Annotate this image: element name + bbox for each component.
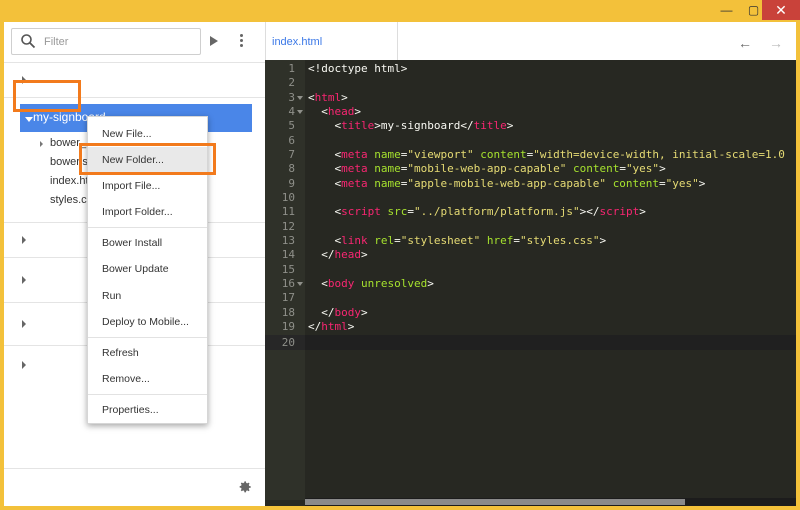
menu-item-refresh[interactable]: Refresh bbox=[88, 340, 207, 366]
fold-arrow-icon[interactable] bbox=[297, 96, 303, 100]
line-number: 18 bbox=[281, 306, 295, 319]
chevron-right-icon bbox=[22, 236, 26, 244]
line-number: 19 bbox=[281, 320, 295, 333]
forward-arrow-icon[interactable]: → bbox=[769, 35, 783, 51]
back-arrow-icon[interactable]: ← bbox=[738, 35, 752, 51]
chevron-right-icon bbox=[22, 361, 26, 369]
line-number: 4 bbox=[288, 105, 295, 118]
fold-arrow-icon[interactable] bbox=[297, 110, 303, 114]
chevron-right-icon bbox=[22, 276, 26, 284]
code-line: </html> bbox=[308, 320, 355, 333]
line-number: 16 bbox=[281, 277, 295, 290]
menu-item-run[interactable]: Run bbox=[88, 283, 207, 309]
scrollbar-thumb[interactable] bbox=[305, 499, 685, 505]
menu-item-bower-install[interactable]: Bower Install bbox=[88, 230, 207, 256]
horizontal-scrollbar[interactable] bbox=[305, 498, 796, 506]
line-number: 6 bbox=[288, 134, 295, 147]
menu-item-import-folder[interactable]: Import Folder... bbox=[88, 199, 207, 225]
code-line: <meta name="viewport" content="width=dev… bbox=[308, 148, 785, 161]
sidebar-footer bbox=[4, 468, 265, 506]
line-number: 17 bbox=[281, 291, 295, 304]
chevron-right-icon bbox=[40, 141, 43, 147]
run-icon[interactable] bbox=[210, 36, 218, 46]
minimize-button[interactable]: — bbox=[713, 0, 740, 20]
line-number: 12 bbox=[281, 220, 295, 233]
gear-icon[interactable] bbox=[238, 480, 252, 494]
line-number: 7 bbox=[288, 148, 295, 161]
code-line: <head> bbox=[308, 105, 361, 118]
line-number: 2 bbox=[288, 76, 295, 89]
line-number: 13 bbox=[281, 234, 295, 247]
tab-label: index.html bbox=[272, 36, 323, 48]
code-line: <script src="../platform/platform.js"></… bbox=[308, 205, 646, 218]
code-line: <!doctype html> bbox=[308, 62, 408, 75]
search-icon bbox=[21, 34, 36, 49]
menu-item-remove[interactable]: Remove... bbox=[88, 366, 207, 392]
line-number: 8 bbox=[288, 162, 295, 175]
highlight-box-project bbox=[13, 80, 81, 112]
search-box[interactable] bbox=[11, 28, 201, 55]
more-vert-icon[interactable] bbox=[240, 34, 244, 48]
menu-divider bbox=[88, 394, 207, 395]
line-number: 9 bbox=[288, 177, 295, 190]
code-editor[interactable]: 1 2 3 4 5 6 7 8 9 10 11 12 13 14 15 16 1… bbox=[265, 60, 796, 506]
line-number: 11 bbox=[281, 205, 295, 218]
title-bar: — ▢ ✕ bbox=[0, 0, 800, 22]
tab-index-html[interactable]: index.html bbox=[266, 22, 398, 60]
menu-item-deploy-to-mobile[interactable]: Deploy to Mobile... bbox=[88, 309, 207, 335]
line-number: 1 bbox=[288, 62, 295, 75]
active-line bbox=[265, 335, 796, 350]
menu-item-import-file[interactable]: Import File... bbox=[88, 173, 207, 199]
search-input[interactable] bbox=[44, 33, 194, 51]
menu-divider bbox=[88, 227, 207, 228]
code-line: <title>my-signboard</title> bbox=[308, 119, 514, 132]
app-window: — ▢ ✕ my-signboard bower_ bower.s index.… bbox=[0, 0, 800, 510]
line-number: 10 bbox=[281, 191, 295, 204]
fold-arrow-icon[interactable] bbox=[297, 282, 303, 286]
highlight-box-new-folder bbox=[79, 143, 216, 175]
line-number: 14 bbox=[281, 248, 295, 261]
chevron-right-icon bbox=[22, 320, 26, 328]
line-number: 5 bbox=[288, 119, 295, 132]
code-line: </head> bbox=[308, 248, 368, 261]
code-line: <meta name="apple-mobile-web-app-capable… bbox=[308, 177, 706, 190]
menu-item-bower-update[interactable]: Bower Update bbox=[88, 256, 207, 282]
close-button[interactable]: ✕ bbox=[762, 0, 800, 20]
code-line: <body unresolved> bbox=[308, 277, 434, 290]
line-number: 20 bbox=[281, 336, 295, 349]
code-line: </body> bbox=[308, 306, 368, 319]
code-line: <meta name="mobile-web-app-capable" cont… bbox=[308, 162, 666, 175]
code-line: <html> bbox=[308, 91, 348, 104]
line-number: 15 bbox=[281, 263, 295, 276]
menu-item-properties[interactable]: Properties... bbox=[88, 397, 207, 423]
chevron-down-icon bbox=[25, 117, 33, 122]
line-number: 3 bbox=[288, 91, 295, 104]
editor-tab-bar: index.html ← → bbox=[265, 22, 796, 60]
code-line: <link rel="stylesheet" href="styles.css"… bbox=[308, 234, 607, 247]
menu-divider bbox=[88, 337, 207, 338]
